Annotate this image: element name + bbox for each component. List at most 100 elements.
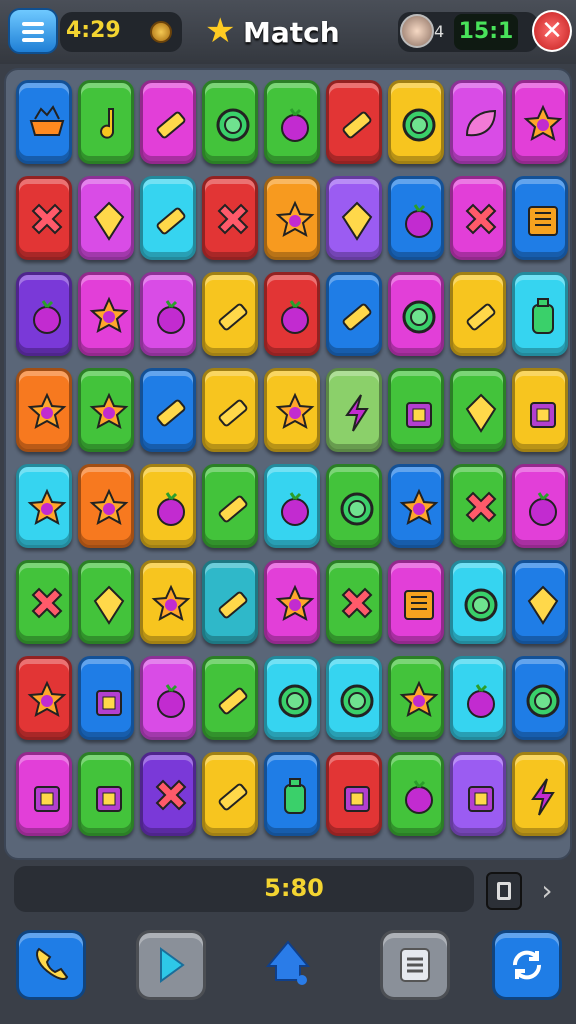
board-tile[interactable] (326, 272, 382, 356)
board-tile[interactable] (78, 464, 134, 548)
board-tile[interactable] (202, 464, 258, 548)
phone-button[interactable] (16, 930, 86, 1000)
cross-icon (155, 779, 187, 811)
board-tile[interactable] (78, 176, 134, 260)
board-tile[interactable] (202, 272, 258, 356)
board-tile[interactable] (78, 656, 134, 740)
board-tile[interactable] (388, 272, 444, 356)
box-icon (406, 402, 432, 428)
board-tile[interactable] (264, 368, 320, 452)
board-tile[interactable] (78, 272, 134, 356)
board-tile[interactable] (450, 368, 506, 452)
pause-icon (497, 882, 511, 900)
box-icon (344, 786, 370, 812)
board-tile[interactable] (388, 368, 444, 452)
star-icon (89, 488, 129, 525)
board-tile[interactable] (16, 560, 72, 644)
board-tile[interactable] (264, 752, 320, 836)
home-button[interactable] (256, 930, 326, 1000)
board-tile[interactable] (388, 464, 444, 548)
grid-icon (404, 590, 434, 620)
board-tile[interactable] (78, 368, 134, 452)
board-tile[interactable] (450, 464, 506, 548)
board-tile[interactable] (326, 752, 382, 836)
board-tile[interactable] (264, 272, 320, 356)
board-tile[interactable] (264, 80, 320, 164)
note-icon (100, 108, 115, 139)
board-tile[interactable] (326, 560, 382, 644)
board-tile[interactable] (512, 176, 568, 260)
board-tile[interactable] (388, 176, 444, 260)
star-icon (27, 680, 67, 717)
refresh-button[interactable] (492, 930, 562, 1000)
bar-icon (342, 303, 372, 331)
board-tile[interactable] (16, 272, 72, 356)
board-tile[interactable] (140, 272, 196, 356)
board-tile[interactable] (78, 560, 134, 644)
menu-button[interactable] (8, 8, 58, 54)
ring-icon (340, 492, 374, 526)
right-timer-panel: 4 15:1 (398, 12, 538, 52)
score-bar: 5:80 (14, 866, 474, 912)
left-timer-panel: 4:29 (60, 12, 182, 52)
board-tile[interactable] (202, 656, 258, 740)
board-tile[interactable] (140, 752, 196, 836)
close-button[interactable]: ✕ (532, 10, 572, 52)
board-tile[interactable] (450, 80, 506, 164)
board-tile[interactable] (450, 176, 506, 260)
board-tile[interactable] (326, 464, 382, 548)
board-tile[interactable] (512, 656, 568, 740)
board-tile[interactable] (264, 176, 320, 260)
board-tile[interactable] (326, 176, 382, 260)
board-tile[interactable] (388, 752, 444, 836)
menu-icon (22, 22, 44, 26)
pause-button[interactable] (486, 872, 522, 910)
leaf-icon (465, 109, 497, 137)
board-tile[interactable] (450, 752, 506, 836)
board-tile[interactable] (202, 368, 258, 452)
board-tile[interactable] (326, 80, 382, 164)
list-button[interactable] (380, 930, 450, 1000)
board-tile[interactable] (78, 752, 134, 836)
board-tile[interactable] (450, 272, 506, 356)
board-tile[interactable] (388, 80, 444, 164)
board-tile[interactable] (512, 368, 568, 452)
board-tile[interactable] (326, 368, 382, 452)
board-tile[interactable] (512, 752, 568, 836)
board-tile[interactable] (326, 656, 382, 740)
board-tile[interactable] (16, 752, 72, 836)
board-tile[interactable] (512, 560, 568, 644)
berry-icon (33, 300, 61, 334)
board-tile[interactable] (202, 176, 258, 260)
play-button[interactable] (136, 930, 206, 1000)
next-button[interactable]: › (532, 874, 562, 908)
board-tile[interactable] (512, 464, 568, 548)
board-tile[interactable] (388, 656, 444, 740)
star-icon (399, 680, 439, 717)
board-tile[interactable] (202, 752, 258, 836)
board-tile[interactable] (16, 656, 72, 740)
board-tile[interactable] (140, 464, 196, 548)
board-tile[interactable] (16, 80, 72, 164)
board-tile[interactable] (16, 368, 72, 452)
board-tile[interactable] (202, 80, 258, 164)
board-tile[interactable] (264, 464, 320, 548)
cross-icon (31, 587, 63, 619)
board-tile[interactable] (140, 656, 196, 740)
board-tile[interactable] (388, 560, 444, 644)
board-tile[interactable] (450, 656, 506, 740)
avatar[interactable] (400, 14, 434, 48)
board-tile[interactable] (264, 656, 320, 740)
board-tile[interactable] (78, 80, 134, 164)
board-tile[interactable] (140, 368, 196, 452)
board-tile[interactable] (512, 272, 568, 356)
board-tile[interactable] (140, 176, 196, 260)
board-tile[interactable] (16, 176, 72, 260)
board-tile[interactable] (450, 560, 506, 644)
board-tile[interactable] (512, 80, 568, 164)
board-tile[interactable] (140, 560, 196, 644)
board-tile[interactable] (140, 80, 196, 164)
board-tile[interactable] (16, 464, 72, 548)
board-tile[interactable] (202, 560, 258, 644)
board-tile[interactable] (264, 560, 320, 644)
